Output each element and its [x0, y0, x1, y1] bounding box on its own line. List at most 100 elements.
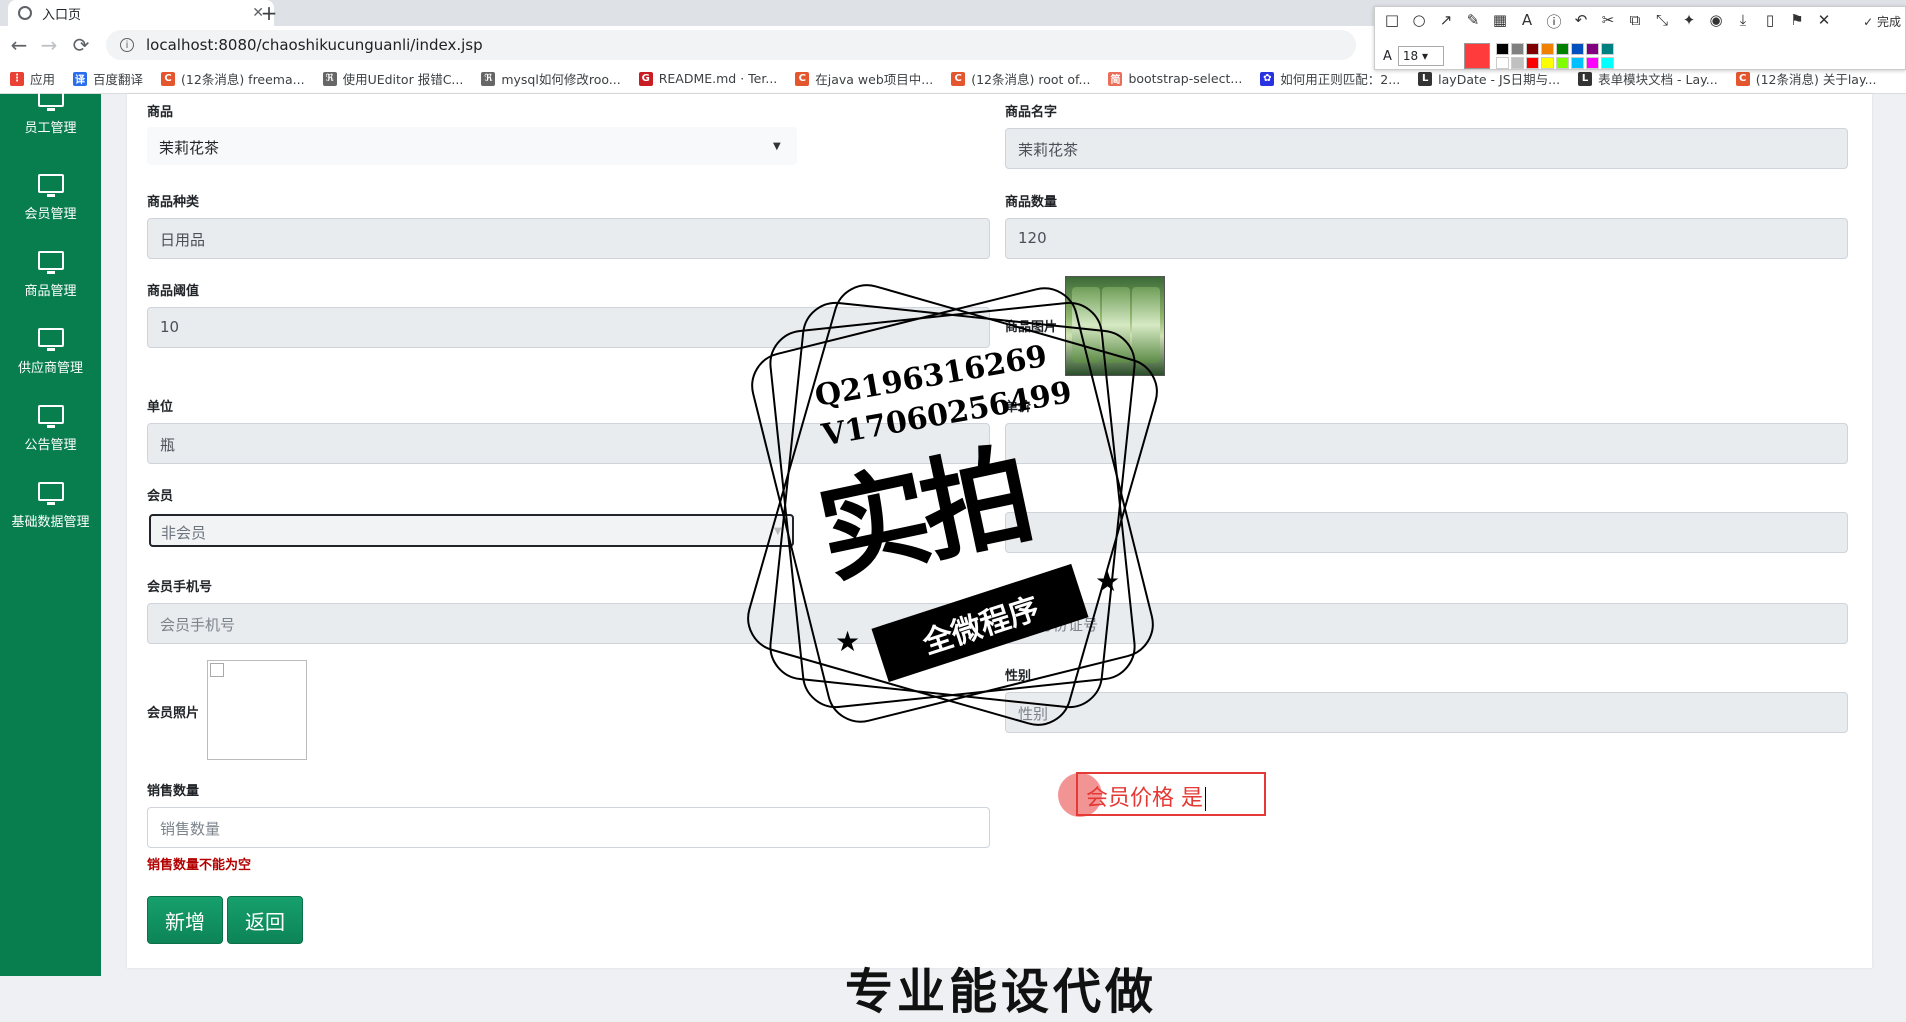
reload-icon[interactable]: ⟳	[70, 34, 92, 56]
product-name-field[interactable]: 茉莉花茶	[1005, 128, 1848, 169]
font-size-icon: A	[1383, 48, 1392, 64]
annotation-tool-icon[interactable]: ⤓	[1734, 11, 1752, 32]
idcard-field[interactable]: 身份证号	[1005, 603, 1848, 644]
bookmark-item[interactable]: G README.md · Ter...	[638, 71, 777, 86]
bookmark-item[interactable]: 译百度翻译	[73, 69, 143, 88]
quantity-value: 120	[1018, 229, 1047, 247]
color-swatch[interactable]	[1555, 43, 1569, 55]
sidebar-item-label: 员工管理	[24, 121, 77, 136]
product-select[interactable]: 茉莉花茶	[147, 127, 797, 165]
color-swatch[interactable]	[1540, 43, 1554, 55]
threshold-label: 商品阈值	[147, 284, 200, 299]
new-tab-button[interactable]: +	[256, 0, 282, 26]
sidebar-item-announcements[interactable]: 公告管理	[0, 399, 101, 469]
annotation-tool-icon[interactable]: ↶	[1572, 11, 1590, 32]
gender-field[interactable]: 性别	[1005, 692, 1848, 733]
current-color-swatch[interactable]	[1463, 43, 1490, 69]
color-swatch[interactable]	[1600, 57, 1614, 69]
threshold-field[interactable]: 10	[147, 307, 990, 348]
annotation-text-box[interactable]: 会员价格 是	[1076, 772, 1266, 816]
phone-field[interactable]: 会员手机号	[147, 603, 990, 644]
bookmark-icon: ✿	[1260, 71, 1275, 86]
member-select[interactable]: 非会员	[149, 514, 794, 547]
price-field[interactable]	[1005, 423, 1848, 464]
annotation-tool-icon[interactable]: ✕	[1815, 11, 1833, 32]
annotation-tool-icon[interactable]: ⓘ	[1545, 11, 1563, 32]
bookmark-item[interactable]: ℜmysql如何修改roo...	[481, 69, 621, 88]
member-photo-label: 会员照片	[147, 706, 200, 721]
color-swatch[interactable]	[1525, 43, 1539, 55]
color-swatch[interactable]	[1555, 57, 1569, 69]
browser-tab[interactable]: 入口页 ✕	[8, 0, 274, 26]
bookmark-item[interactable]: L 表单模块文档 - Lay...	[1578, 69, 1718, 88]
category-field[interactable]: 日用品	[147, 218, 990, 259]
annotation-tool-icon[interactable]: ⚑	[1788, 11, 1806, 32]
annotation-tool-icon[interactable]: ○	[1410, 11, 1428, 32]
sidebar-item-products[interactable]: 商品管理	[0, 245, 101, 315]
sidebar-item-basic-data[interactable]: 基础数据管理	[0, 476, 101, 546]
annotation-tool-icon[interactable]: ◉	[1707, 11, 1725, 32]
bookmark-item[interactable]: LlayDate - JS日期与...	[1418, 69, 1560, 88]
product-jar	[1132, 287, 1160, 363]
bookmark-item[interactable]: ℜ 使用UEditor 报错C...	[322, 69, 463, 88]
color-swatch[interactable]	[1570, 43, 1584, 55]
color-swatch[interactable]	[1510, 43, 1524, 55]
bookmark-item[interactable]: C (12条消息) freema...	[161, 69, 305, 88]
color-swatch[interactable]	[1570, 57, 1584, 69]
color-swatch[interactable]	[1540, 57, 1554, 69]
bookmark-item[interactable]: C (12条消息) 关于lay...	[1735, 69, 1877, 88]
bookmark-icon: 简	[1108, 71, 1123, 86]
quantity-field[interactable]: 120	[1005, 218, 1848, 259]
bookmark-label: 如何用正则匹配：2...	[1280, 72, 1401, 87]
annotation-tool-icon[interactable]: ⧉	[1626, 11, 1644, 32]
color-swatch[interactable]	[1525, 57, 1539, 69]
sales-quantity-input[interactable]: 销售数量	[147, 807, 990, 848]
bookmark-item[interactable]: C 在java web项目中...	[795, 69, 933, 88]
color-swatch[interactable]	[1585, 57, 1599, 69]
bookmark-item[interactable]: 简 bootstrap-select...	[1108, 71, 1242, 86]
annotation-style-row: A 18 ▾	[1383, 43, 1614, 69]
color-swatch[interactable]	[1600, 43, 1614, 55]
product-jar	[1072, 287, 1100, 363]
annotation-tool-icon[interactable]: ✂	[1599, 11, 1617, 32]
member-info-field[interactable]	[1005, 512, 1848, 553]
annotation-tool-icon[interactable]: ▦	[1491, 11, 1509, 32]
annotation-tool-icon[interactable]: □	[1383, 11, 1401, 32]
info-icon[interactable]: i	[120, 38, 134, 52]
font-size-select[interactable]: 18 ▾	[1397, 46, 1444, 66]
color-swatch[interactable]	[1495, 43, 1509, 55]
done-button[interactable]: ✓ 完成	[1863, 13, 1901, 30]
bookmark-item[interactable]: C (12条消息) root of...	[951, 69, 1090, 88]
bookmark-item[interactable]: ✿ 如何用正则匹配：2...	[1260, 69, 1400, 88]
annotation-tool-row: □ ○ ↗ ✎ ▦ Aⓘ ↶ ✂ ⧉ ⤡ ✦ ◉ ⤓ ▯ ⚑ ✕	[1383, 11, 1833, 32]
bookmark-icon: C	[161, 71, 176, 86]
url-field[interactable]: i localhost:8080/chaoshikucunguanli/inde…	[106, 30, 1356, 60]
annotation-tool-icon[interactable]: A	[1518, 11, 1536, 32]
sidebar-item-suppliers[interactable]: 供应商管理	[0, 322, 101, 392]
sales-quantity-label: 销售数量	[147, 784, 200, 799]
sidebar-item-staff[interactable]: 员工管理	[0, 88, 101, 164]
annotation-tool-icon[interactable]: ✎	[1464, 11, 1482, 32]
back-icon[interactable]: ←	[8, 34, 30, 56]
bookmark-icon: L	[1418, 71, 1433, 86]
bookmark-icon: C	[795, 71, 810, 86]
color-swatch[interactable]	[1495, 57, 1509, 69]
annotation-tool-icon[interactable]: ▯	[1761, 11, 1779, 32]
unit-field[interactable]: 瓶	[147, 423, 990, 464]
monitor-icon	[37, 328, 64, 351]
forward-icon[interactable]: →	[38, 34, 60, 56]
gender-label: 性别	[1005, 669, 1032, 684]
annotation-tool-icon[interactable]: ⤡	[1653, 11, 1671, 32]
sidebar-item-members[interactable]: 会员管理	[0, 168, 101, 238]
back-button[interactable]: 返回	[227, 896, 303, 944]
annotation-tool-icon[interactable]: ✦	[1680, 11, 1698, 32]
color-swatch[interactable]	[1510, 57, 1524, 69]
annotation-tool-icon[interactable]: ↗	[1437, 11, 1455, 32]
color-swatch[interactable]	[1585, 43, 1599, 55]
add-button[interactable]: 新增	[147, 896, 223, 944]
chevron-down-icon: ▼	[774, 526, 782, 537]
monitor-icon	[37, 88, 64, 111]
bookmark-icon: L	[1578, 71, 1593, 86]
bookmark-item[interactable]: ⋮ 应用	[10, 69, 55, 88]
url-text: localhost:8080/chaoshikucunguanli/index.…	[146, 36, 483, 54]
